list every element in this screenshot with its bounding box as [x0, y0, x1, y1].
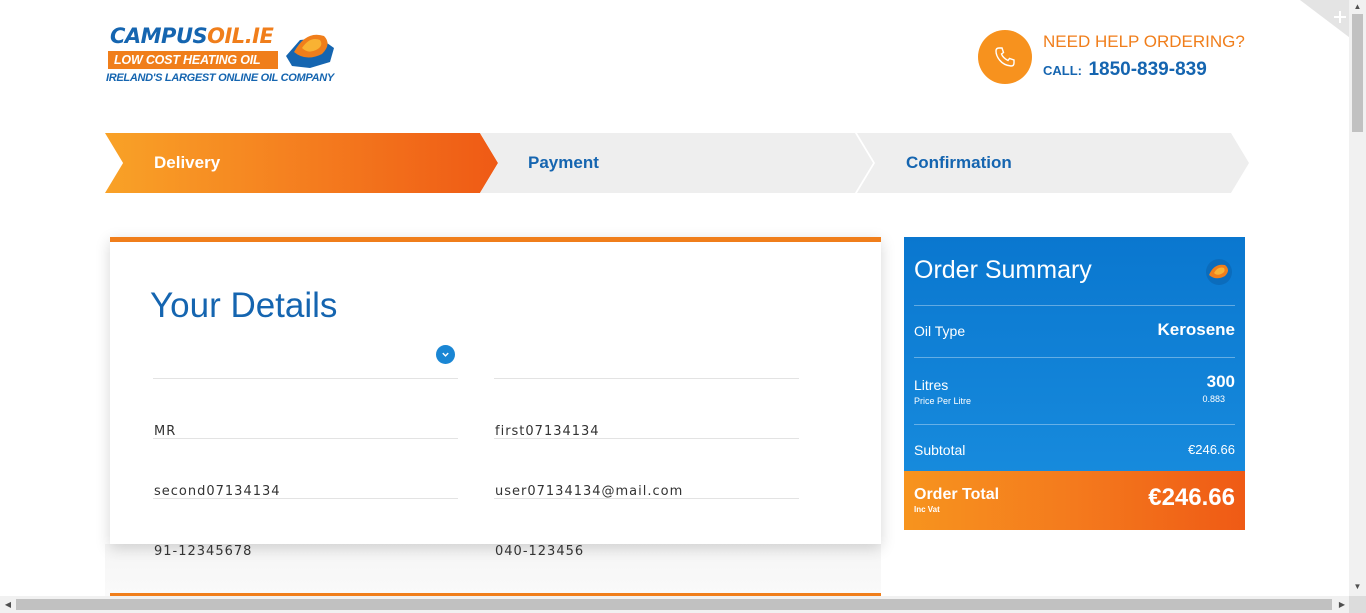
- horizontal-scrollbar[interactable]: ◀ ▶: [0, 596, 1366, 613]
- checkout-steps: Delivery Payment Confirmation: [105, 133, 1249, 193]
- scroll-left-icon[interactable]: ◀: [0, 596, 16, 613]
- subtotal-label: Subtotal: [914, 442, 966, 458]
- litres-value: 300: [1206, 372, 1235, 391]
- phone-icon: [995, 47, 1015, 67]
- your-details-card: Your Details MR first07134134 second0713…: [110, 237, 881, 559]
- help-phone-button[interactable]: [978, 30, 1032, 84]
- oil-type-label: Oil Type: [914, 323, 966, 339]
- phone-field[interactable]: 91-12345678: [153, 439, 458, 559]
- horizontal-scroll-thumb[interactable]: [16, 599, 1332, 610]
- scrollbar-corner: [1349, 596, 1366, 613]
- inc-vat-label: Inc Vat: [914, 505, 940, 514]
- price-per-litre-value: 0.883: [1202, 394, 1225, 404]
- scroll-down-icon[interactable]: ▼: [1349, 580, 1366, 594]
- email-field[interactable]: user07134134@mail.com: [494, 379, 799, 499]
- first-name-field[interactable]: first07134134: [494, 319, 799, 439]
- vertical-scroll-thumb[interactable]: [1352, 14, 1363, 132]
- order-summary-panel: Order Summary Oil Type Kerosene Litres P…: [904, 237, 1245, 530]
- alt-phone-value: 040-123456: [495, 544, 585, 559]
- logo-wordmark: CAMPUSOIL.IE: [110, 24, 274, 48]
- order-total-bar: Order Total Inc Vat €246.66: [904, 471, 1245, 530]
- step-confirmation[interactable]: Confirmation: [857, 133, 1249, 193]
- subtotal-value: €246.66: [1188, 442, 1235, 457]
- order-total-value: €246.66: [1148, 484, 1235, 511]
- order-summary-title: Order Summary: [914, 256, 1092, 284]
- alt-phone-field[interactable]: 040-123456: [494, 439, 799, 559]
- second-name-field[interactable]: second07134134: [153, 379, 458, 499]
- scroll-up-icon[interactable]: ▲: [1349, 0, 1366, 14]
- oil-drop-icon: [286, 34, 334, 68]
- oil-drop-icon: [1206, 259, 1232, 285]
- chevron-down-icon[interactable]: [436, 345, 455, 364]
- help-title: NEED HELP ORDERING?: [1043, 32, 1245, 51]
- logo-band: LOW COST HEATING OIL: [108, 51, 278, 69]
- litres-label: Litres: [914, 377, 949, 393]
- vertical-scrollbar[interactable]: ▲ ▼: [1349, 0, 1366, 596]
- order-total-label: Order Total: [914, 486, 1000, 503]
- campusoil-logo[interactable]: CAMPUSOIL.IE LOW COST HEATING OIL IRELAN…: [104, 22, 344, 88]
- phone-value: 91-12345678: [154, 544, 253, 559]
- summary-divider: [914, 305, 1235, 306]
- summary-divider: [914, 357, 1235, 358]
- step-delivery[interactable]: Delivery: [105, 133, 498, 193]
- scroll-right-icon[interactable]: ▶: [1334, 596, 1350, 613]
- help-phone-number[interactable]: 1850-839-839: [1088, 59, 1206, 80]
- logo-tagline: IRELAND'S LARGEST ONLINE OIL COMPANY: [106, 72, 334, 84]
- call-label: CALL:: [1043, 63, 1082, 78]
- title-select[interactable]: MR: [153, 319, 458, 439]
- step-payment[interactable]: Payment: [480, 133, 873, 193]
- oil-type-value: Kerosene: [1157, 320, 1235, 339]
- price-per-litre-label: Price Per Litre: [914, 396, 972, 406]
- summary-divider: [914, 424, 1235, 425]
- help-call[interactable]: CALL: 1850-839-839: [1043, 59, 1207, 81]
